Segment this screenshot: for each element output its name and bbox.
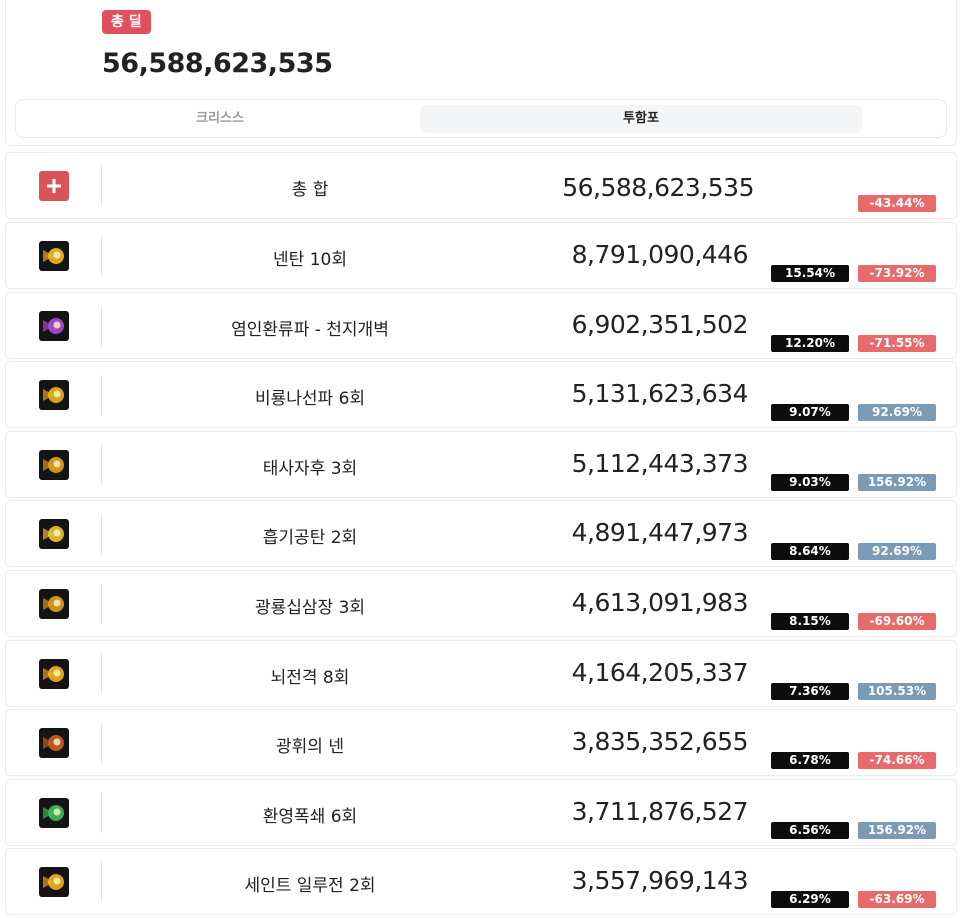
damage-change-badge: -73.92% — [858, 265, 936, 282]
damage-share-badge: 6.78% — [771, 752, 849, 770]
total-sum-damage: 56,588,623,535 — [562, 173, 754, 202]
skill-damage: 6,902,351,502 — [571, 309, 749, 339]
nen-shot-icon — [39, 241, 69, 271]
lion-roar-icon — [39, 449, 69, 480]
plus-icon — [39, 171, 69, 201]
skill-row: 태사자후 3회 5,112,443,373 9.03% 156.92% — [5, 430, 957, 498]
dragon-spiral-icon — [39, 380, 69, 411]
damage-change-badge: 92.69% — [858, 404, 936, 422]
skill-row: 뇌전격 8회 4,164,205,337 7.36% 105.53% — [5, 639, 957, 707]
flame-wave-icon — [39, 310, 69, 341]
skill-row: 넨탄 10회 8,791,090,446 15.54% -73.92% — [5, 222, 957, 289]
saint-illusion-icon — [39, 867, 69, 898]
row-divider — [101, 236, 102, 276]
skill-name: 광룡십삼장 3회 — [254, 598, 366, 618]
damage-share-badge: 8.64% — [771, 543, 849, 561]
skill-name: 넨탄 10회 — [273, 250, 347, 270]
damage-share-badge: 9.03% — [771, 473, 849, 491]
thunder-strike-icon — [39, 658, 69, 689]
row-divider — [101, 375, 102, 416]
row-divider — [101, 444, 102, 485]
skill-damage: 4,164,205,337 — [571, 657, 749, 687]
row-divider — [101, 653, 102, 694]
radiant-nen-icon — [39, 728, 69, 759]
damage-change-badge: -74.66% — [858, 752, 936, 770]
damage-share-badge: 7.36% — [771, 682, 849, 700]
skill-name: 태사자후 3회 — [262, 458, 358, 479]
row-divider — [101, 723, 102, 764]
character-tab-bar: 크리스스 투함포 — [15, 99, 947, 138]
skill-damage: 4,613,091,983 — [571, 588, 749, 617]
damage-change-badge: -69.60% — [858, 613, 936, 630]
tab-tuhampo[interactable]: 투함포 — [420, 105, 862, 133]
total-damage-value: 56,588,623,535 — [102, 48, 333, 79]
row-divider — [101, 862, 102, 903]
row-divider — [101, 792, 102, 833]
total-damage-badge: 총 딜 — [102, 10, 151, 34]
total-damage-summary: 총 딜 56,588,623,535 크리스스 투함포 — [5, 0, 957, 146]
skill-damage: 3,711,876,527 — [571, 796, 749, 826]
damage-change-badge: -63.69% — [858, 891, 936, 909]
total-change-badge: -43.44% — [858, 195, 936, 212]
skill-damage: 3,557,969,143 — [571, 866, 749, 896]
skill-damage: 8,791,090,446 — [571, 240, 749, 269]
skill-name: 광휘의 넨 — [276, 737, 344, 758]
damage-share-badge: 15.54% — [771, 265, 849, 282]
damage-share-badge: 9.07% — [771, 404, 849, 422]
total-sum-label: 총 합 — [291, 180, 329, 200]
skill-name: 뇌전격 8회 — [270, 667, 350, 688]
row-divider — [101, 305, 102, 346]
skill-row: 염인환류파 - 천지개벽 6,902,351,502 12.20% -71.55% — [5, 291, 957, 359]
skill-name: 세인트 일루전 2회 — [244, 876, 376, 897]
skill-row: 흡기공탄 2회 4,891,447,973 8.64% 92.69% — [5, 500, 957, 568]
row-divider — [101, 584, 102, 624]
skill-damage: 5,131,623,634 — [571, 379, 749, 409]
damage-share-badge: 6.29% — [771, 891, 849, 909]
skill-row: 광휘의 넨 3,835,352,655 6.78% -74.66% — [5, 709, 957, 777]
skill-name: 비룡나선파 6회 — [254, 389, 366, 410]
damage-share-badge: 6.56% — [771, 821, 849, 839]
skill-damage: 4,891,447,973 — [571, 518, 749, 548]
skill-name: 염인환류파 - 천지개벽 — [231, 319, 389, 340]
row-divider — [101, 514, 102, 555]
damage-share-badge: 8.15% — [771, 613, 849, 630]
skill-damage: 5,112,443,373 — [571, 448, 749, 478]
mad-dragon-icon — [39, 589, 69, 619]
skill-damage: 3,835,352,655 — [571, 727, 749, 757]
skill-name: 환영폭쇄 6회 — [262, 806, 358, 827]
damage-change-badge: 156.92% — [858, 821, 936, 839]
skill-row: 광룡십삼장 3회 4,613,091,983 8.15% -69.60% — [5, 570, 957, 637]
damage-change-badge: -71.55% — [858, 334, 936, 352]
damage-change-badge: 92.69% — [858, 543, 936, 561]
absorb-shot-icon — [39, 519, 69, 550]
phantom-burst-icon — [39, 797, 69, 828]
damage-share-badge: 12.20% — [771, 334, 849, 352]
tab-chris[interactable]: 크리스스 — [20, 105, 420, 133]
skill-row: 세인트 일루전 2회 3,557,969,143 6.29% -63.69% — [5, 848, 957, 916]
total-sum-row: 총 합 56,588,623,535 -43.44% — [5, 152, 957, 219]
skill-name: 흡기공탄 2회 — [262, 528, 358, 549]
skill-row: 환영폭쇄 6회 3,711,876,527 6.56% 156.92% — [5, 778, 957, 846]
row-divider — [101, 166, 102, 206]
damage-change-badge: 105.53% — [858, 682, 936, 700]
skill-row: 비룡나선파 6회 5,131,623,634 9.07% 92.69% — [5, 361, 957, 429]
damage-change-badge: 156.92% — [858, 473, 936, 491]
